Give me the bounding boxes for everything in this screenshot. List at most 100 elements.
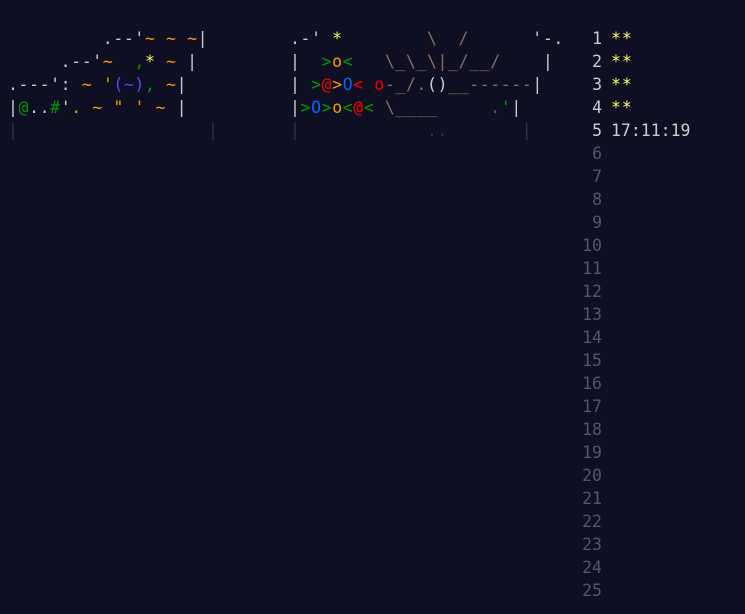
art-segment: .' [490,98,512,117]
day-number: 3 [592,75,602,94]
day-7-row: 7 [578,165,690,188]
art-line: .-' * \ / '-. [290,29,564,48]
art-segment: > [311,75,322,94]
art-segment: > [332,75,343,94]
art-segment: . ~ " ' ~ [71,98,177,117]
day-10-row: 10 [578,234,690,257]
day-number: 14 [582,328,602,347]
art-segment: .---': [8,75,72,94]
day-number: 5 [592,121,602,140]
day-number: 1 [592,29,602,48]
art-segment: O [311,98,322,117]
art-segment: @ [321,75,333,94]
calendar-art-left[interactable]: .--'~ ~ ~| .--'~ ,* ~ | .---': ~ '(~), ~… [8,27,219,142]
day-number: 24 [582,558,602,577]
art-segment: ~ [71,75,103,94]
art-line: | >o< \_\_\|_/__/ | [290,52,553,71]
art-segment: | [532,75,543,94]
art-segment: | [8,121,19,140]
art-segment: | [8,98,19,117]
art-segment: < [353,75,364,94]
day-6-row: 6 [578,142,690,165]
day-number: 7 [592,167,602,186]
day-20-row: 20 [578,464,690,487]
day-number: 13 [582,305,602,324]
art-segment: < [363,98,375,117]
art-segment: \_\_\|_/__/ [353,52,543,71]
star-icon: ** [611,29,633,48]
art-segment: | [290,52,322,71]
star-icon: ** [611,52,633,71]
calendar-art-right[interactable]: .-' * \ / '-. | >o< \_\_\|_/__/ | | >@>O… [290,27,564,142]
day-number: 20 [582,466,602,485]
art-segment: ' [60,98,72,117]
art-line: |>O>o<@< \____ .'| [290,98,522,117]
day-number: 18 [582,420,602,439]
day-23-row: 23 [578,533,690,556]
day-2-row[interactable]: 2 ** [578,50,690,73]
day-3-row[interactable]: 3 ** [578,73,690,96]
day-number: 6 [592,144,602,163]
art-segment: # [50,98,61,117]
art-segment: ' [102,75,114,94]
art-segment: () [427,75,449,94]
star-icon: ** [611,98,633,117]
day-number: 15 [582,351,602,370]
day-number: 23 [582,535,602,554]
day-number: 10 [582,236,602,255]
art-segment: * [332,29,343,48]
art-segment: (~) [113,75,145,94]
day-5-row[interactable]: 5 17:11:19 [578,119,690,142]
day-13-row: 13 [578,303,690,326]
calendar-stage: .--'~ ~ ~| .--'~ ,* ~ | .---': ~ '(~), ~… [0,0,745,614]
art-segment: o [332,52,343,71]
countdown-timer: 17:11:19 [611,121,691,140]
art-line: | >@>O< o-_/.()__------| [290,75,543,94]
art-segment: .--' [8,29,145,48]
art-line: .--'~ ~ ~| [8,29,208,48]
day-24-row: 24 [578,556,690,579]
art-segment: o [332,98,343,117]
art-segment: * [144,52,156,71]
day-1-row[interactable]: 1 ** [578,27,690,50]
art-segment: < [342,52,354,71]
day-number: 8 [592,190,602,209]
day-22-row: 22 [578,510,690,533]
art-segment: | [511,98,522,117]
art-segment: | [187,52,198,71]
day-8-row: 8 [578,188,690,211]
art-segment: .-' [290,29,333,48]
art-segment: , [134,52,145,71]
day-11-row: 11 [578,257,690,280]
art-segment: __------ [448,75,533,94]
art-segment: \____ [374,98,491,117]
day-number: 19 [582,443,602,462]
art-line: .--'~ ,* ~ | [8,52,198,71]
day-number: 21 [582,489,602,508]
art-segment: > [321,52,333,71]
day-number: 2 [592,52,602,71]
day-4-row[interactable]: 4 ** [578,96,690,119]
art-segment: @ [18,98,30,117]
day-list: 1 ** 2 ** 3 ** 4 ** 5 17:11:19 6 7 8 9 10 11 12 13 14 15 16 1… [578,27,690,602]
day-number: 9 [592,213,602,232]
art-segment: | [176,98,188,117]
art-segment: o [374,75,385,94]
art-segment: | [290,75,312,94]
art-segment: ~ ~ ~ [144,29,198,48]
day-number: 16 [582,374,602,393]
day-number: 11 [582,259,602,278]
art-segment: .--' [8,52,103,71]
day-25-row: 25 [578,579,690,602]
day-9-row: 9 [578,211,690,234]
art-segment: ~ [155,52,188,71]
day-21-row: 21 [578,487,690,510]
art-segment: \ / [342,29,533,48]
art-segment: -_/. [384,75,428,94]
day-number: 12 [582,282,602,301]
art-segment: O [342,75,354,94]
art-segment [364,75,375,94]
art-segment: | [290,98,301,117]
star-icon: ** [611,75,633,94]
art-segment: | [521,121,533,140]
